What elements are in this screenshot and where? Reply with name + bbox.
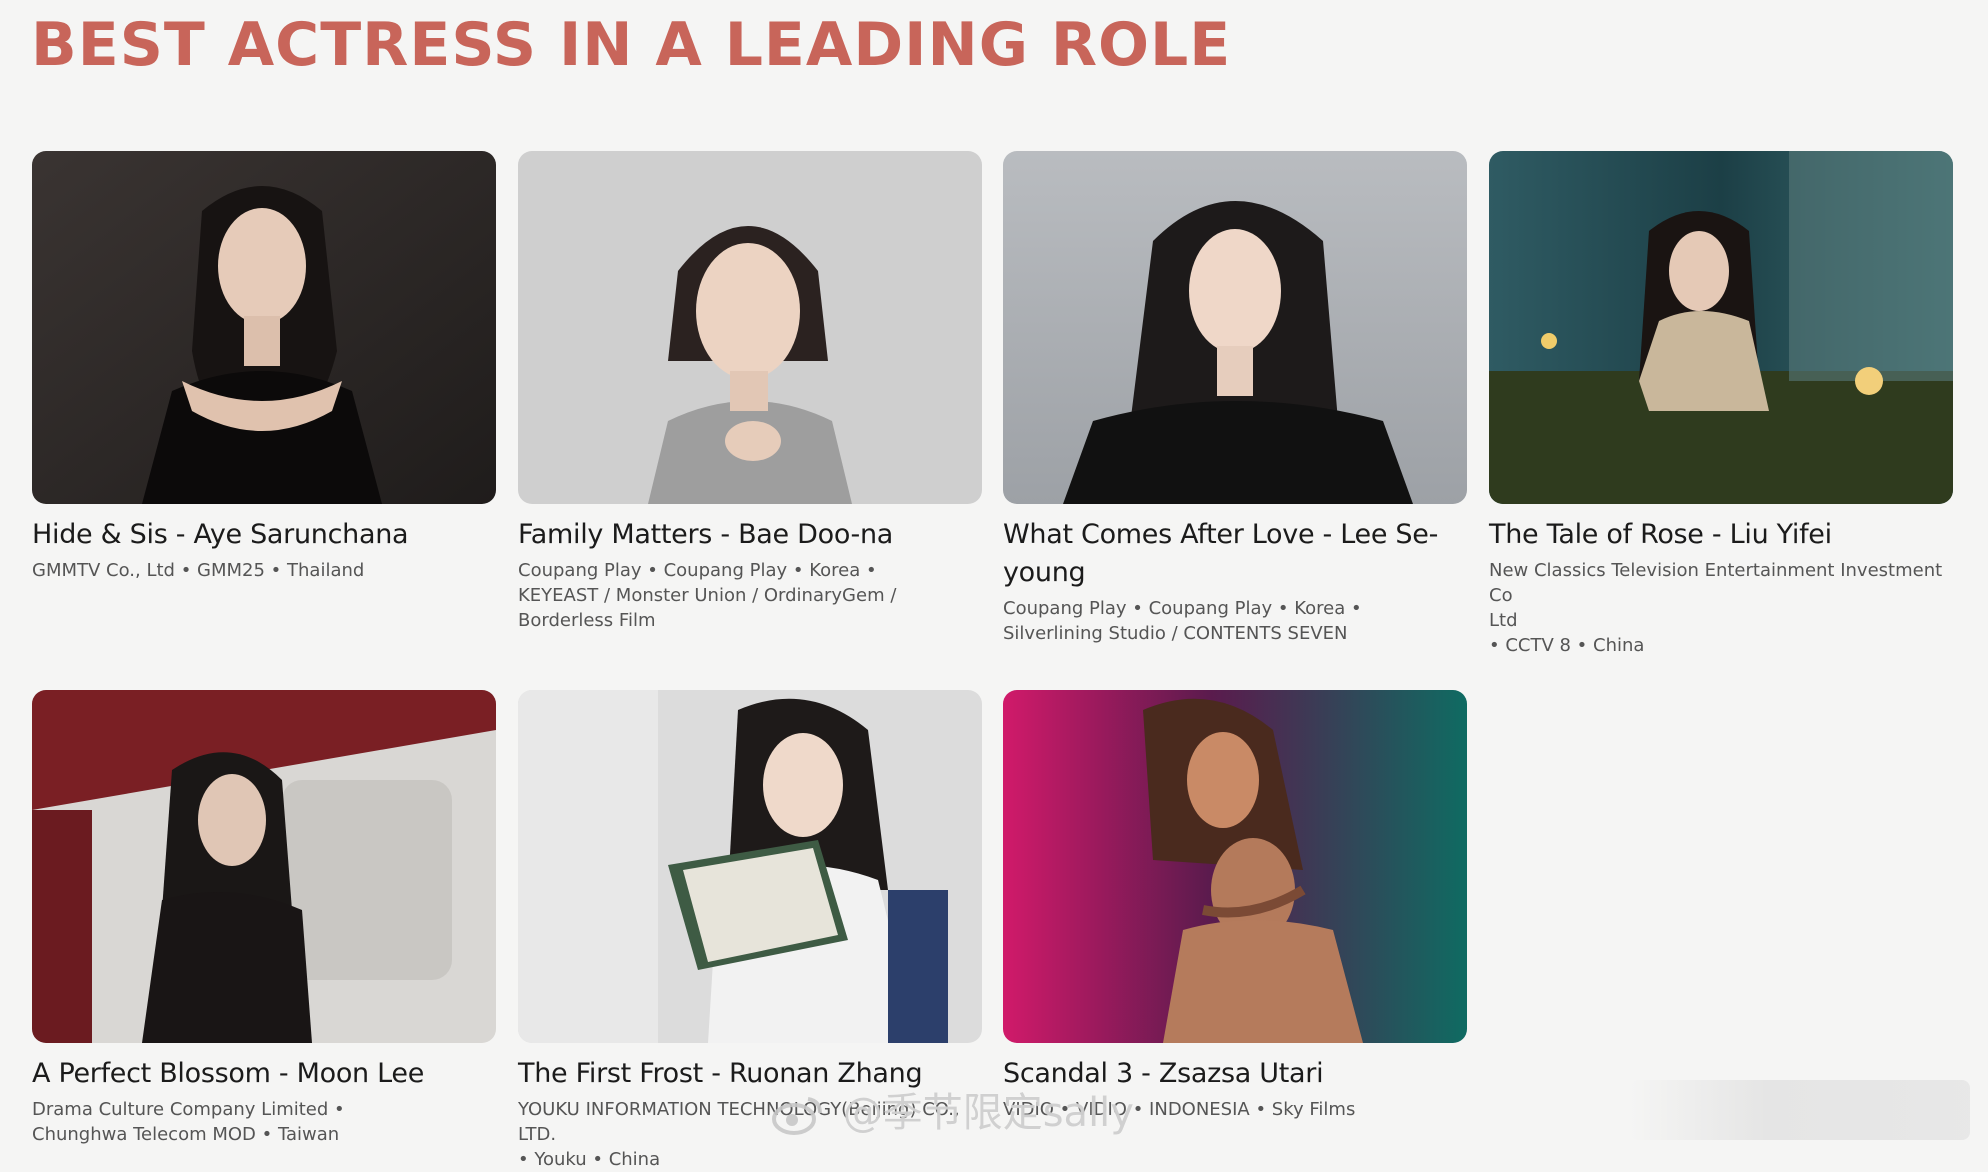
meta-line: Borderless Film: [518, 610, 656, 631]
nominee-card[interactable]: The Tale of Rose - Liu Yifei New Classic…: [1489, 151, 1953, 658]
nominee-meta: Coupang Play • Coupang Play • Korea • Si…: [1003, 596, 1467, 646]
meta-line: LTD.: [518, 1124, 557, 1145]
nominee-photo[interactable]: [1003, 151, 1467, 504]
nominee-photo[interactable]: [1489, 151, 1953, 504]
meta-line: Silverlining Studio / CONTENTS SEVEN: [1003, 623, 1348, 644]
title-line: What Comes After Love - Lee Se-: [1003, 519, 1439, 550]
nominee-photo[interactable]: [32, 151, 496, 504]
nominee-title[interactable]: The Tale of Rose - Liu Yifei: [1489, 516, 1953, 554]
meta-line: Drama Culture Company Limited •: [32, 1099, 345, 1120]
nominee-meta: Drama Culture Company Limited • Chunghwa…: [32, 1097, 496, 1147]
watermark-text: @季节限定sally: [842, 1090, 1134, 1136]
nominee-title[interactable]: Hide & Sis - Aye Sarunchana: [32, 516, 496, 554]
meta-line: Ltd: [1489, 610, 1518, 631]
page-title: BEST ACTRESS IN A LEADING ROLE: [31, 10, 1232, 80]
nominee-title[interactable]: A Perfect Blossom - Moon Lee: [32, 1055, 496, 1093]
nominee-card[interactable]: A Perfect Blossom - Moon Lee Drama Cultu…: [32, 690, 496, 1147]
meta-line: Chunghwa Telecom MOD • Taiwan: [32, 1124, 340, 1145]
meta-line: Coupang Play • Coupang Play • Korea •: [518, 560, 877, 581]
title-line: young: [1003, 557, 1086, 588]
nominee-title[interactable]: What Comes After Love - Lee Se- young: [1003, 516, 1467, 592]
meta-line: • CCTV 8 • China: [1489, 635, 1645, 656]
nominee-photo[interactable]: [32, 690, 496, 1043]
nominee-meta: GMMTV Co., Ltd • GMM25 • Thailand: [32, 560, 365, 581]
nominee-card[interactable]: Scandal 3 - Zsazsa Utari VIDIO • VIDIO •…: [1003, 690, 1467, 1122]
nominee-card[interactable]: Hide & Sis - Aye Sarunchana GMMTV Co., L…: [32, 151, 496, 583]
weibo-logo-icon: [770, 1093, 824, 1137]
nominee-card[interactable]: What Comes After Love - Lee Se- young Co…: [1003, 151, 1467, 646]
nominee-photo[interactable]: [518, 151, 982, 504]
nominee-meta: Coupang Play • Coupang Play • Korea • KE…: [518, 558, 982, 633]
meta-line: • Youku • China: [518, 1149, 661, 1170]
nominee-photo[interactable]: [1003, 690, 1467, 1043]
meta-line: New Classics Television Entertainment In…: [1489, 560, 1943, 606]
watermark: @季节限定sally: [770, 1080, 1134, 1138]
nominee-photo[interactable]: [518, 690, 982, 1043]
meta-line: Coupang Play • Coupang Play • Korea •: [1003, 598, 1362, 619]
meta-line: KEYEAST / Monster Union / OrdinaryGem /: [518, 585, 897, 606]
nominee-meta: New Classics Television Entertainment In…: [1489, 558, 1953, 658]
nominee-card[interactable]: Family Matters - Bae Doo-na Coupang Play…: [518, 151, 982, 633]
watermark-blur: [1630, 1080, 1970, 1140]
nominee-title[interactable]: Family Matters - Bae Doo-na: [518, 516, 982, 554]
